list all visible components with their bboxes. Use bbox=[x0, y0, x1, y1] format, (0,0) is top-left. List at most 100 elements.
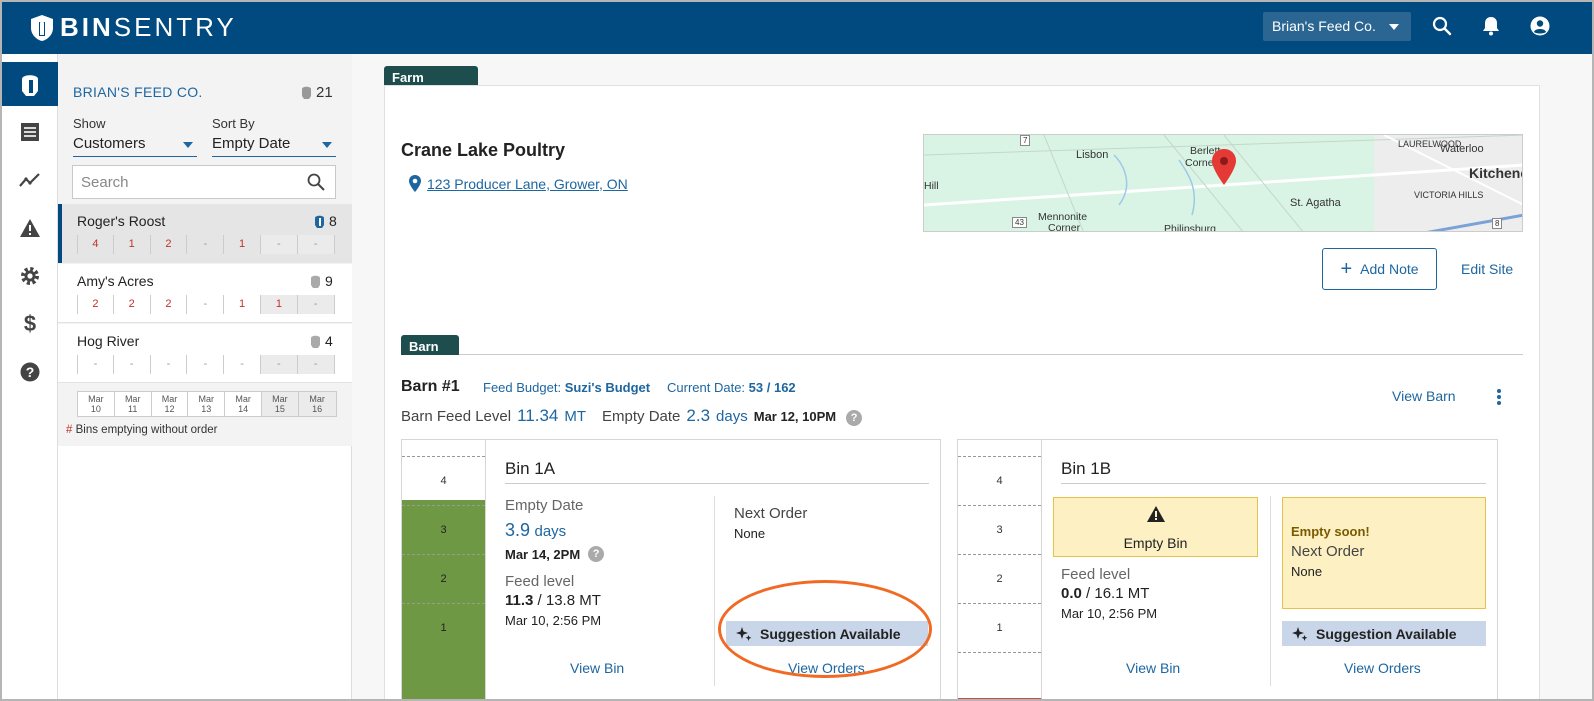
warning-text: Empty soon! bbox=[1291, 524, 1370, 539]
gauge-level: 1 bbox=[402, 603, 485, 652]
nav-rail: $ ? bbox=[2, 54, 58, 699]
nav-help[interactable]: ? bbox=[2, 350, 58, 394]
barn-divider bbox=[401, 354, 1523, 355]
warning-icon bbox=[1147, 506, 1165, 522]
bin-name: Bin 1B bbox=[1061, 459, 1112, 478]
date-day: 13 bbox=[201, 404, 212, 414]
company-count-value: 21 bbox=[316, 84, 333, 101]
farm-card: Crane Lake Poultry 123 Producer Lane, Gr… bbox=[384, 85, 1540, 699]
account-select[interactable]: Brian's Feed Co. bbox=[1263, 12, 1411, 41]
search-icon[interactable] bbox=[1432, 16, 1452, 36]
top-bar: BINSENTRY Brian's Feed Co. bbox=[2, 2, 1592, 54]
day-cell: 2 bbox=[114, 295, 151, 314]
logo-text-light: SENTRY bbox=[113, 12, 237, 42]
barn-budget: Feed Budget: Suzi's Budget bbox=[483, 380, 650, 395]
feed-level-value-group: 11.3 / 13.8 MT bbox=[505, 592, 601, 609]
sparkle-icon bbox=[1292, 626, 1308, 641]
barn-tag: Barn bbox=[401, 335, 459, 355]
search-placeholder: Search bbox=[81, 174, 129, 191]
add-note-button[interactable]: + Add Note bbox=[1322, 248, 1437, 290]
suggestion-banner[interactable]: Suggestion Available bbox=[726, 621, 928, 646]
map-label: Corner bbox=[1048, 222, 1081, 232]
show-label: Show bbox=[73, 116, 106, 131]
farm-address-link[interactable]: 123 Producer Lane, Grower, ON bbox=[409, 175, 628, 192]
customer-name: Amy's Acres bbox=[77, 273, 154, 289]
day-cell: 2 bbox=[151, 235, 188, 254]
map-label: Philipsburg bbox=[1164, 223, 1216, 232]
nav-sites[interactable] bbox=[2, 62, 58, 106]
customer-row[interactable]: Roger's Roost 8 4 1 2 - 1 - - bbox=[58, 204, 352, 263]
next-order-value: None bbox=[1291, 564, 1323, 579]
bin-icon bbox=[302, 86, 311, 99]
bell-icon[interactable] bbox=[1482, 16, 1500, 36]
kebab-menu-icon[interactable] bbox=[1496, 388, 1502, 406]
bin-name: Bin 1A bbox=[505, 459, 556, 478]
feed-level-label: Feed level bbox=[1061, 566, 1131, 583]
show-dropdown[interactable]: Customers bbox=[73, 135, 197, 157]
customer-row[interactable]: Hog River 4 - - - - - - - bbox=[58, 324, 352, 383]
view-orders-link[interactable]: View Orders bbox=[1344, 660, 1421, 676]
road-shield: 8 bbox=[1492, 218, 1503, 229]
customer-name: Hog River bbox=[77, 333, 140, 349]
budget-label: Feed Budget: bbox=[483, 380, 562, 395]
day-cell: 2 bbox=[151, 295, 188, 314]
customer-row[interactable]: Amy's Acres 9 2 2 2 - 1 1 - bbox=[58, 264, 352, 323]
date-cell: Mar 11 bbox=[115, 392, 152, 416]
budget-value: Suzi's Budget bbox=[564, 380, 651, 395]
barn-empty-value: 2.3 bbox=[686, 406, 711, 425]
date-month: Mar bbox=[88, 394, 104, 404]
user-account-icon[interactable] bbox=[1530, 16, 1550, 36]
nav-alerts[interactable] bbox=[2, 206, 58, 250]
chevron-down-icon bbox=[322, 142, 332, 148]
view-bin-link[interactable]: View Bin bbox=[570, 660, 624, 676]
date-cell: Mar 13 bbox=[188, 392, 226, 416]
date-month: Mar bbox=[161, 394, 178, 404]
feed-level-total: / 13.8 MT bbox=[533, 592, 601, 609]
shield-logo-icon bbox=[31, 14, 53, 41]
view-orders-link[interactable]: View Orders bbox=[788, 660, 865, 676]
day-cell: - bbox=[297, 235, 335, 254]
farm-map[interactable]: Lisbon Berlett Corne LAURELWOOD Waterloo… bbox=[923, 134, 1523, 232]
farm-tag: Farm bbox=[384, 66, 478, 85]
binsentry-logo[interactable]: BINSENTRY bbox=[30, 12, 237, 43]
help-icon[interactable]: ? bbox=[588, 546, 605, 562]
search-input[interactable]: Search bbox=[72, 165, 336, 199]
plus-icon: + bbox=[1340, 258, 1353, 280]
nav-billing[interactable]: $ bbox=[2, 302, 58, 346]
map-label: Hill bbox=[924, 180, 939, 192]
nav-settings[interactable] bbox=[2, 254, 58, 298]
view-bin-link[interactable]: View Bin bbox=[1126, 660, 1180, 676]
empty-date-unit: days bbox=[534, 523, 567, 540]
map-label: VICTORIA HILLS bbox=[1414, 190, 1484, 200]
next-order-label: Next Order bbox=[1291, 543, 1365, 560]
empty-date-value-group: 3.9 days bbox=[505, 520, 566, 541]
nav-analytics[interactable] bbox=[2, 158, 58, 202]
column-divider bbox=[1270, 496, 1271, 686]
logo-text-bold: BIN bbox=[60, 12, 114, 42]
day-cell: 4 bbox=[77, 235, 114, 254]
nav-orders[interactable] bbox=[2, 110, 58, 154]
feed-level-time: Mar 10, 2:56 PM bbox=[505, 613, 602, 628]
day-cell: - bbox=[114, 355, 151, 374]
view-barn-link[interactable]: View Barn bbox=[1392, 388, 1456, 404]
bin-icon bbox=[311, 275, 320, 288]
gauge-level: 2 bbox=[402, 554, 485, 603]
date-cell: Mar 10 bbox=[78, 392, 115, 416]
barn-current-date: Current Date: 53 / 162 bbox=[667, 380, 796, 395]
customer-bin-count: 4 bbox=[310, 333, 333, 349]
help-icon[interactable]: ? bbox=[846, 410, 863, 426]
edit-site-link[interactable]: Edit Site bbox=[1461, 261, 1513, 277]
sort-dropdown[interactable]: Empty Date bbox=[212, 135, 336, 157]
bin-icon bbox=[315, 215, 324, 228]
map-label: Waterloo bbox=[1440, 143, 1484, 155]
warning-icon bbox=[20, 219, 40, 237]
search-icon[interactable] bbox=[307, 173, 325, 191]
chevron-down-icon bbox=[183, 142, 193, 148]
date-month: Mar bbox=[198, 394, 215, 404]
date-month: Mar bbox=[124, 394, 141, 404]
company-name[interactable]: BRIAN'S FEED CO. bbox=[73, 84, 203, 100]
next-order-label: Next Order bbox=[734, 505, 808, 522]
feed-level-value-group: 0.0 / 16.1 MT bbox=[1061, 585, 1149, 602]
day-cell: 2 bbox=[77, 295, 114, 314]
suggestion-banner[interactable]: Suggestion Available bbox=[1282, 621, 1486, 646]
